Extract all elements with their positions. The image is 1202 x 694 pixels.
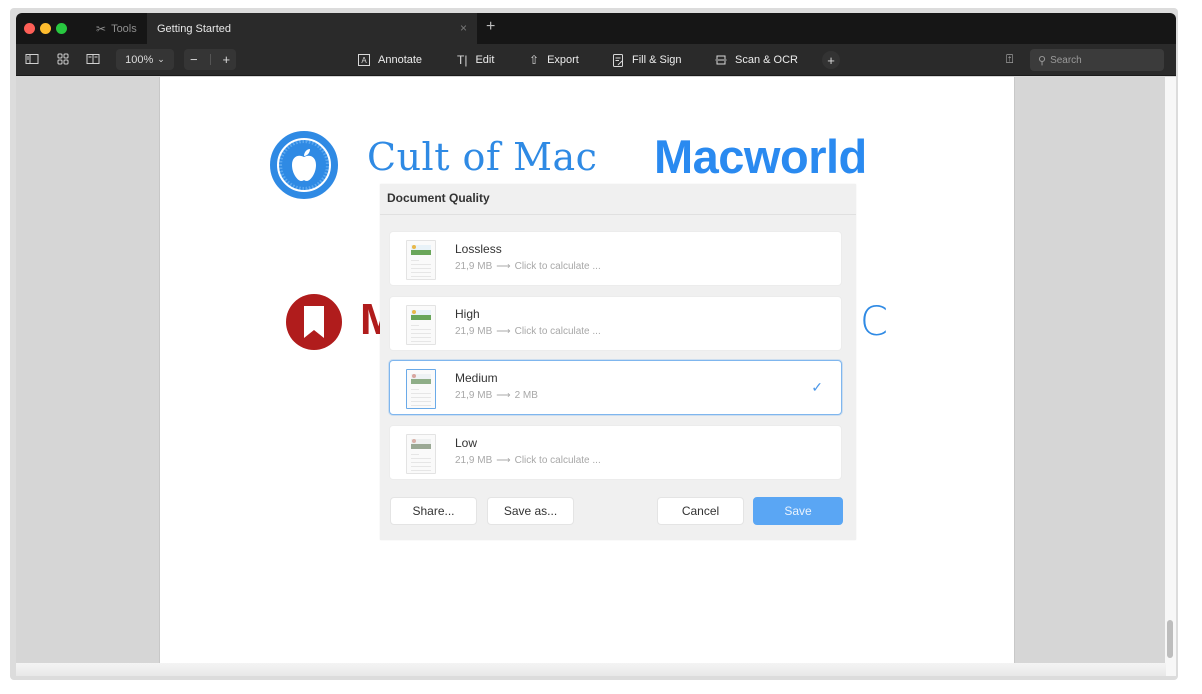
annotate-icon: A — [358, 54, 370, 66]
tools-icon: ✂ — [96, 21, 107, 36]
option-size: 21,9 MB ⟶ Click to calculate ... — [455, 261, 601, 272]
apple-glyph-icon — [292, 149, 316, 181]
fill-sign-button[interactable]: Fill & Sign — [613, 44, 682, 76]
tab-getting-started[interactable]: Getting Started × — [147, 13, 477, 44]
calculate-size-link[interactable]: Click to calculate ... — [515, 261, 601, 272]
edit-label: Edit — [475, 54, 495, 66]
scan-icon — [715, 55, 727, 65]
option-title: Lossless — [455, 242, 502, 256]
new-tab-button[interactable]: + — [486, 18, 495, 36]
option-size: 21,9 MB ⟶ Click to calculate ... — [455, 455, 601, 466]
zoom-in-button[interactable]: + — [222, 52, 230, 67]
cult-of-mac-wordmark: Cult of Mac — [367, 135, 598, 179]
add-tool-button[interactable]: + — [822, 51, 840, 69]
fill-sign-label: Fill & Sign — [632, 54, 682, 66]
close-tab-icon[interactable]: × — [460, 21, 467, 35]
option-title: Low — [455, 436, 478, 450]
search-icon: ⚲ — [1038, 54, 1047, 67]
sidebar-toggle-icon[interactable] — [25, 52, 39, 66]
document-quality-dialog: Document Quality Lossless 21,9 MB ⟶ Click … — [380, 184, 856, 540]
save-as-button[interactable]: Save as... — [487, 497, 574, 525]
option-title: Medium — [455, 371, 498, 385]
svg-text:A: A — [361, 56, 367, 65]
blue-wordmark-partial: C — [860, 299, 888, 345]
toolbar: 100% ⌄ − + A Annotate T| Edit ⇧ Export F… — [16, 44, 1176, 76]
quality-option-lossless[interactable]: Lossless 21,9 MB ⟶ Click to calculate ... — [389, 231, 842, 286]
checkmark-icon: ✓ — [811, 379, 823, 395]
tab-tools[interactable]: ✂ Tools — [96, 13, 137, 44]
minimize-window-button[interactable] — [40, 23, 51, 34]
quality-option-high[interactable]: High 21,9 MB ⟶ Click to calculate ... — [389, 296, 842, 351]
bookmark-logo — [286, 294, 342, 350]
document-thumbnail-icon — [406, 369, 436, 409]
document-thumbnail-icon — [406, 305, 436, 345]
arrow-icon: ⟶ — [496, 455, 511, 466]
divider — [380, 214, 856, 215]
quality-option-low[interactable]: Low 21,9 MB ⟶ Click to calculate ... — [389, 425, 842, 480]
document-thumbnail-icon — [406, 434, 436, 474]
original-size: 21,9 MB — [455, 390, 493, 401]
share-button[interactable]: Share... — [390, 497, 477, 525]
arrow-icon: ⟶ — [496, 261, 511, 272]
horizontal-scrollbar[interactable] — [16, 663, 1166, 676]
divider — [209, 54, 211, 65]
zoom-level-value: 100% — [125, 53, 154, 66]
edit-button[interactable]: T| Edit — [457, 44, 494, 76]
arrow-icon: ⟶ — [496, 390, 511, 401]
macworld-wordmark: Macworld — [654, 130, 867, 183]
fill-sign-icon — [613, 53, 623, 67]
export-label: Export — [547, 54, 579, 66]
scan-ocr-button[interactable]: Scan & OCR — [715, 44, 798, 76]
scan-ocr-label: Scan & OCR — [735, 54, 798, 66]
share-icon[interactable]: ⍐ — [1006, 52, 1013, 67]
close-window-button[interactable] — [24, 23, 35, 34]
search-input[interactable]: ⚲ Search — [1030, 49, 1164, 71]
original-size: 21,9 MB — [455, 261, 493, 272]
text-cursor-icon: T| — [457, 53, 468, 67]
option-title: High — [455, 307, 480, 321]
annotate-button[interactable]: A Annotate — [358, 44, 422, 76]
calculate-size-link[interactable]: Click to calculate ... — [515, 326, 601, 337]
calculate-size-link[interactable]: Click to calculate ... — [515, 455, 601, 466]
two-page-view-icon[interactable] — [86, 52, 100, 66]
option-size: 21,9 MB ⟶ Click to calculate ... — [455, 326, 601, 337]
save-button[interactable]: Save — [753, 497, 843, 525]
export-icon: ⇧ — [529, 53, 540, 67]
dialog-title: Document Quality — [387, 191, 490, 205]
tab-label: Getting Started — [157, 22, 231, 35]
arrow-icon: ⟶ — [496, 326, 511, 337]
cult-of-mac-logo — [270, 131, 338, 199]
chevron-down-icon: ⌄ — [157, 54, 165, 64]
quality-option-medium[interactable]: Medium 21,9 MB ⟶ 2 MB ✓ — [389, 360, 842, 415]
zoom-window-button[interactable] — [56, 23, 67, 34]
search-placeholder: Search — [1050, 54, 1082, 66]
vertical-scrollbar-thumb[interactable] — [1167, 620, 1173, 658]
zoom-out-button[interactable]: − — [190, 52, 198, 67]
tab-tools-label: Tools — [111, 22, 137, 35]
export-button[interactable]: ⇧ Export — [529, 44, 579, 76]
thumbnails-grid-icon[interactable] — [56, 52, 70, 66]
document-thumbnail-icon — [406, 240, 436, 280]
annotate-label: Annotate — [378, 54, 423, 66]
bookmark-icon — [304, 306, 324, 338]
title-bar: ✂ Tools Getting Started × + — [16, 13, 1176, 44]
zoom-level-dropdown[interactable]: 100% ⌄ — [116, 49, 174, 70]
compressed-size: 2 MB — [514, 390, 538, 401]
vertical-scrollbar[interactable] — [1165, 77, 1176, 676]
option-size: 21,9 MB ⟶ 2 MB — [455, 390, 538, 401]
original-size: 21,9 MB — [455, 455, 493, 466]
original-size: 21,9 MB — [455, 326, 493, 337]
cancel-button[interactable]: Cancel — [657, 497, 744, 525]
zoom-stepper: − + — [184, 49, 236, 70]
